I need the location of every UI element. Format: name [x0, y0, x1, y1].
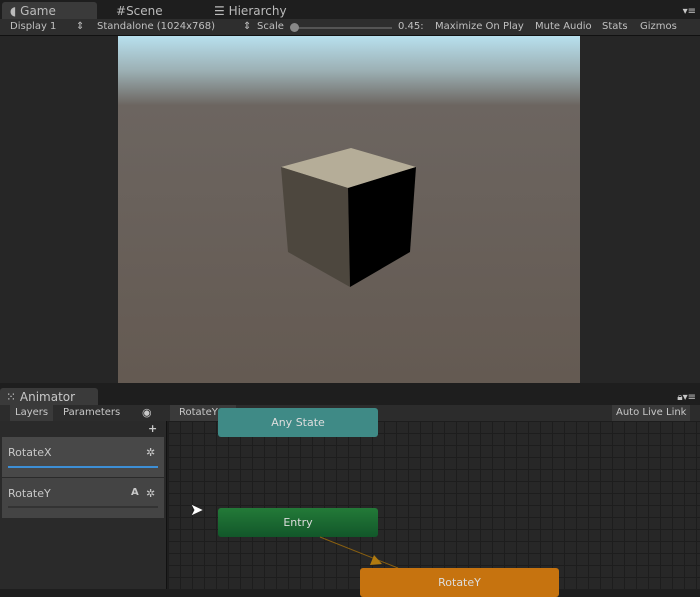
rotatey-state-node[interactable]: RotateY	[360, 568, 559, 597]
layers-panel: + RotateX ✲ RotateY A ✲	[0, 421, 167, 589]
resolution-dropdown[interactable]: Standalone (1024x768)	[97, 21, 215, 32]
tab-animator[interactable]: ⁙ Animator	[0, 388, 98, 405]
add-layer-button[interactable]: +	[148, 422, 157, 435]
scale-slider[interactable]	[290, 23, 392, 32]
eye-icon[interactable]: ◉	[142, 406, 152, 419]
stats-button[interactable]: Stats	[602, 21, 628, 32]
transition-arrow	[319, 536, 399, 569]
chevron-updown-icon: ⇕	[243, 21, 252, 32]
tab-game[interactable]: ◖ Game	[2, 2, 97, 19]
mouse-cursor-icon: ➤	[190, 500, 204, 519]
chevron-updown-icon: ⇕	[76, 21, 85, 32]
layer-item[interactable]: RotateY A ✲	[2, 478, 164, 518]
pacman-icon: ◖	[10, 4, 21, 18]
auto-live-link-button[interactable]: Auto Live Link	[612, 405, 691, 421]
gear-icon[interactable]: ✲	[146, 446, 155, 459]
maximize-on-play-button[interactable]: Maximize On Play	[435, 21, 524, 32]
gizmos-button[interactable]: Gizmos	[640, 21, 677, 32]
cube-render	[281, 148, 416, 287]
list-icon: ☰	[214, 4, 229, 18]
display-dropdown[interactable]: Display 1	[10, 21, 56, 32]
scale-value: 0.45:	[398, 21, 424, 32]
game-viewport[interactable]	[118, 36, 580, 383]
mute-audio-button[interactable]: Mute Audio	[535, 21, 592, 32]
additive-badge: A	[131, 487, 139, 498]
animator-icon: ⁙	[6, 390, 20, 404]
state-graph[interactable]: Any State Entry RotateY	[168, 408, 700, 597]
parameters-tab[interactable]: Parameters	[63, 407, 120, 418]
tab-hierarchy[interactable]: ☰ Hierarchy	[206, 2, 295, 19]
layer-weight-bar	[8, 466, 158, 468]
tab-scene[interactable]: #Scene	[108, 2, 171, 19]
layer-weight-bar	[8, 506, 158, 508]
game-toolbar: Display 1 ⇕ Standalone (1024x768) ⇕ Scal…	[0, 19, 700, 36]
menu-icon[interactable]: ▾≡	[683, 6, 696, 17]
layer-item[interactable]: RotateX ✲	[2, 437, 164, 477]
scale-label: Scale	[257, 21, 284, 32]
gear-icon[interactable]: ✲	[146, 487, 155, 500]
game-view	[0, 36, 700, 383]
grid-icon: #	[116, 4, 127, 18]
layers-tab[interactable]: Layers	[10, 405, 54, 421]
lock-icon[interactable]: 🔒︎▾≡	[677, 392, 696, 403]
